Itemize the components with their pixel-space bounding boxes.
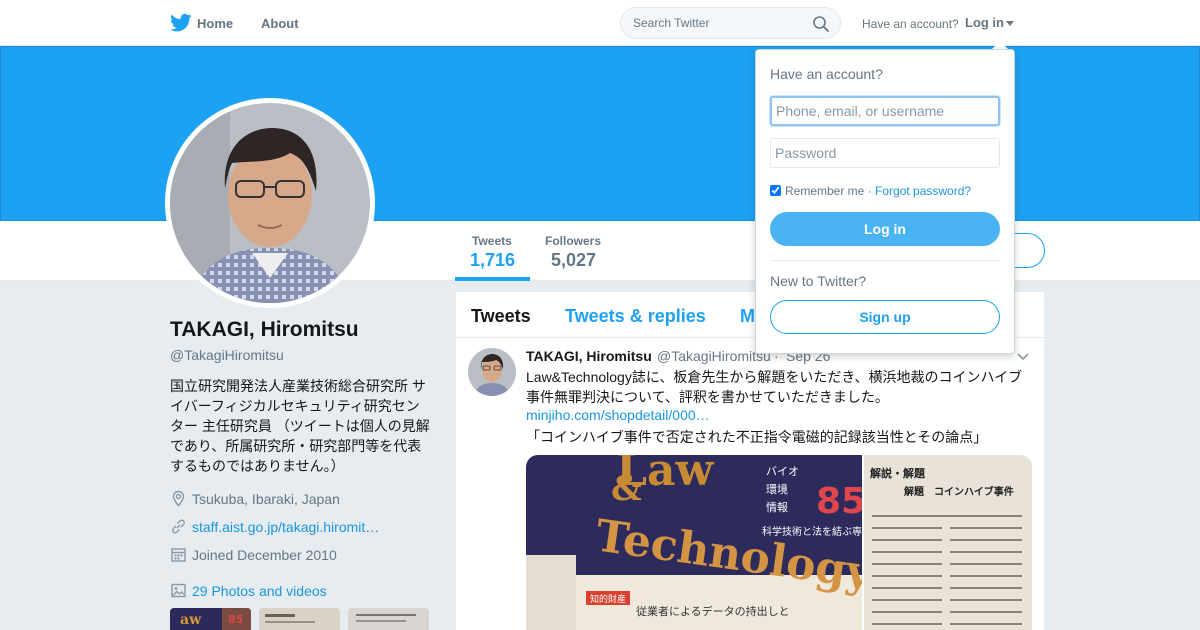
remember-checkbox[interactable] (770, 185, 781, 196)
tweet-avatar-photo (468, 348, 516, 396)
article-header: 解説・解題 (870, 466, 926, 480)
joined-text: Joined December 2010 (192, 547, 337, 563)
tweet-photo-magazine[interactable]: Law & Technology 85 バイオ 環境 情報 科学技術と法を結ぶ専… (526, 455, 862, 630)
article-header: 解題 コインハイブ事件 (904, 485, 1014, 498)
magazine-topic: 情報 (766, 501, 788, 514)
remember-row: Remember me · Forgot password? (770, 184, 971, 198)
location-text: Tsukuba, Ibaraki, Japan (192, 491, 340, 507)
caret-down-icon (1006, 21, 1014, 27)
password-field[interactable] (770, 138, 1000, 168)
magazine-topic: 環境 (766, 482, 788, 496)
chevron-down-icon[interactable] (1016, 352, 1030, 362)
signup-button[interactable]: Sign up (770, 300, 1000, 334)
profile-name: TAKAGI, Hiromitsu (170, 318, 359, 341)
tweet-link[interactable]: minjiho.com/shopdetail/000… (526, 407, 710, 423)
profile-handle[interactable]: @TakagiHiromitsu (170, 347, 284, 363)
search-box (620, 7, 841, 39)
dropdown-title: Have an account? (770, 66, 883, 82)
tab-tweets-replies[interactable]: Tweets & replies (565, 306, 706, 327)
dropdown-divider (770, 260, 1000, 261)
calendar-icon (171, 548, 186, 562)
tweet[interactable]: TAKAGI, Hiromitsu @TakagiHiromitsu · Sep… (456, 339, 1044, 630)
stat-tweets[interactable]: Tweets 1,716 (455, 221, 530, 281)
magazine-topic: バイオ (766, 465, 799, 478)
forgot-password-link[interactable]: Forgot password? (875, 184, 971, 198)
tweet-quote-text: 「コインハイブ事件で否定された不正指令電磁的記録該当性とその論点」 (526, 429, 988, 445)
stat-tweets-value: 1,716 (470, 250, 516, 270)
media-thumbnail[interactable]: aw 85 (170, 608, 251, 630)
tab-media[interactable]: M (740, 306, 755, 327)
search-icon[interactable] (812, 15, 830, 33)
login-dropdown: Have an account? Remember me · Forgot pa… (755, 49, 1015, 354)
tweet-author-name[interactable]: TAKAGI, Hiromitsu (526, 348, 652, 364)
magazine-subtitle: 科学技術と法を結ぶ専門情報誌 (762, 525, 862, 538)
profile-bio: 国立研究開発法人産業技術総合研究所 サイバーフィジカルセキュリティ研究センター … (170, 378, 430, 474)
thumbnail-image (348, 608, 429, 630)
media-count-link[interactable]: 29 Photos and videos (192, 583, 327, 599)
tweet-text: Law&Technology誌に、板倉先生から解題をいただき、横浜地裁のコインハ… (526, 369, 1023, 405)
magazine-bottom-text: 従業者によるデータの持出しと (636, 604, 790, 618)
link-icon (172, 519, 185, 534)
search-input[interactable] (633, 14, 803, 32)
media-thumbnails: aw 85 (170, 608, 430, 630)
profile-avatar[interactable] (165, 98, 375, 308)
magazine-tag: 知的財産 (590, 593, 626, 605)
article-page-image: 解説・解題 解題 コインハイブ事件 (864, 455, 1032, 630)
media-thumbnail[interactable] (259, 608, 340, 630)
avatar-photo (170, 103, 370, 303)
tweet-author-handle[interactable]: @TakagiHiromitsu (657, 348, 771, 364)
login-dropdown-toggle[interactable]: Log in (965, 15, 1014, 30)
stat-followers-label: Followers (545, 234, 602, 248)
twitter-bird-icon[interactable] (170, 13, 192, 33)
tab-tweets[interactable]: Tweets (471, 306, 531, 327)
tweet-media[interactable]: Law & Technology 85 バイオ 環境 情報 科学技術と法を結ぶ専… (526, 455, 1032, 630)
svg-text:85: 85 (228, 613, 243, 626)
photo-icon (171, 583, 186, 598)
magazine-amp: & (611, 469, 642, 509)
location-icon (172, 490, 185, 507)
stat-followers-value: 5,027 (551, 250, 597, 270)
remember-separator: · (864, 184, 876, 198)
stat-tweets-label: Tweets (472, 234, 512, 248)
login-toggle-label: Log in (965, 15, 1004, 30)
magazine-issue-number: 85 (816, 481, 862, 522)
thumbnail-image (259, 608, 340, 630)
have-account-text: Have an account? (862, 17, 959, 31)
nav-about-link[interactable]: About (261, 16, 299, 31)
magazine-cover-image: Law & Technology 85 バイオ 環境 情報 科学技術と法を結ぶ専… (526, 455, 862, 630)
tweet-photo-article[interactable]: 解説・解題 解題 コインハイブ事件 (864, 455, 1032, 630)
tweet-avatar[interactable] (468, 348, 516, 396)
svg-text:aw: aw (180, 612, 202, 628)
nav-home-link[interactable]: Home (197, 16, 233, 31)
thumbnail-image: aw 85 (170, 608, 251, 630)
login-button[interactable]: Log in (770, 212, 1000, 246)
new-to-twitter-text: New to Twitter? (770, 273, 867, 289)
top-nav: Home About Have an account? Log in (0, 0, 1200, 46)
website-link[interactable]: staff.aist.go.jp/takagi.hiromit… (192, 519, 379, 535)
remember-label[interactable]: Remember me (785, 184, 864, 198)
username-field[interactable] (770, 96, 1000, 126)
stat-followers[interactable]: Followers 5,027 (530, 221, 620, 281)
media-thumbnail[interactable] (348, 608, 429, 630)
